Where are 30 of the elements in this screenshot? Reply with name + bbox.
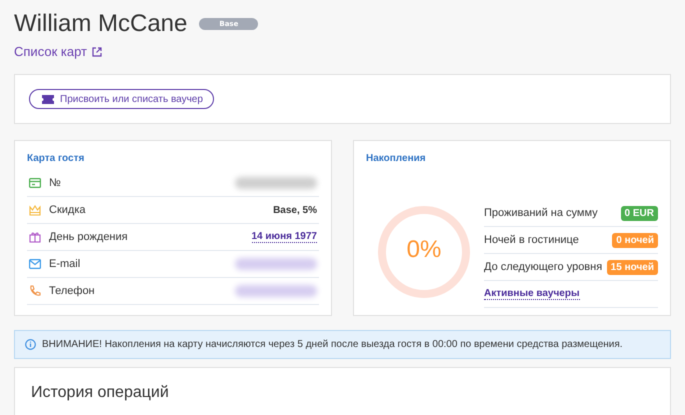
field-label: Телефон bbox=[49, 285, 96, 297]
voucher-button[interactable]: Присвоить или списать ваучер bbox=[29, 89, 214, 109]
crown-icon bbox=[29, 204, 41, 216]
field-label: E-mail bbox=[49, 258, 82, 270]
info-icon bbox=[25, 339, 36, 350]
active-vouchers-link[interactable]: Активные ваучеры bbox=[484, 288, 580, 300]
stat-badge: 0 ночей bbox=[612, 232, 658, 248]
phone-icon bbox=[29, 285, 41, 297]
stat-label: Проживаний на сумму bbox=[484, 207, 598, 219]
field-label: № bbox=[49, 177, 62, 189]
external-link-icon bbox=[92, 46, 102, 56]
stat-label: До следующего уровня bbox=[484, 261, 602, 273]
field-label: Скидка bbox=[49, 204, 86, 216]
gift-icon bbox=[29, 231, 41, 243]
ticket-icon bbox=[42, 94, 54, 104]
field-value: Base, 5% bbox=[273, 204, 317, 216]
card-icon bbox=[29, 178, 41, 188]
field-label: День рождения bbox=[49, 231, 129, 243]
panel-title: Накопления bbox=[366, 153, 427, 164]
birthday-link[interactable]: 14 июня 1977 bbox=[252, 231, 317, 243]
guest-name: William McCane bbox=[14, 10, 188, 38]
progress-reading: 0% bbox=[406, 236, 442, 264]
card-list-link[interactable]: Список карт bbox=[14, 44, 102, 59]
history-title: История операций bbox=[31, 384, 169, 401]
panel-title: Карта гостя bbox=[27, 153, 86, 164]
notice-text: ВНИМАНИЕ! Накопления на карту начисляются через 5 дней после выезда гостя в 00:00 по времени средства размещения. bbox=[42, 339, 623, 350]
stat-badge: 15 ночей bbox=[606, 260, 658, 274]
stat-badge: 0 EUR bbox=[620, 206, 658, 220]
stat-label: Ночей в гостинице bbox=[484, 234, 579, 246]
envelope-icon bbox=[29, 259, 41, 269]
